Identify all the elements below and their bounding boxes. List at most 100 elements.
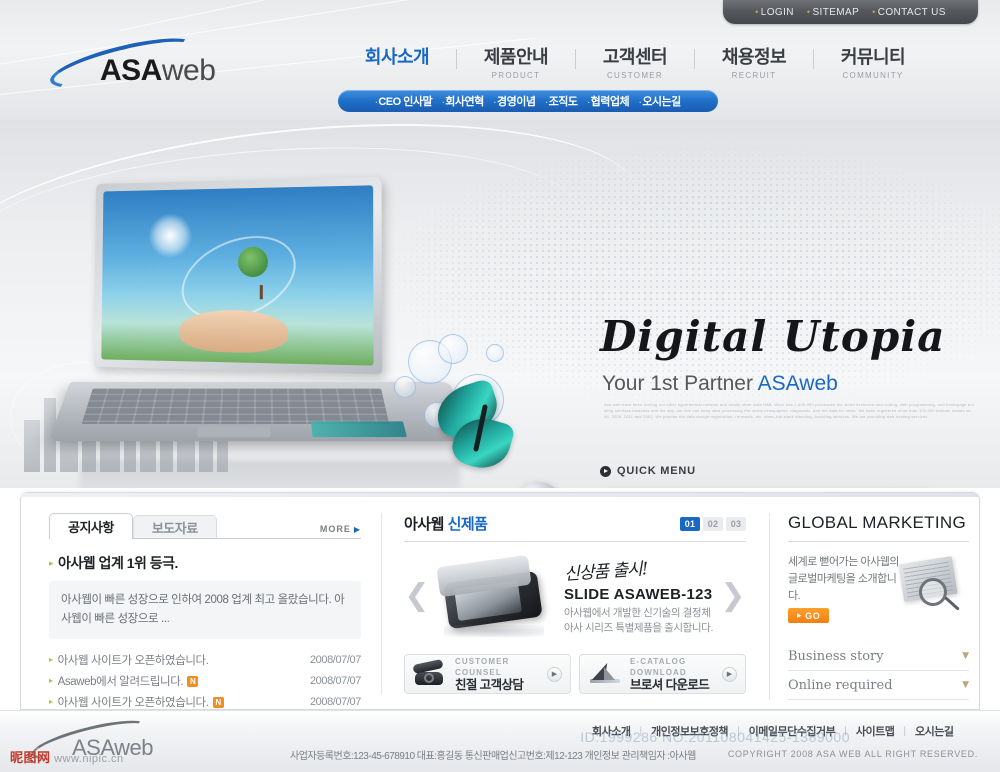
go-label: GO	[805, 610, 821, 621]
go-arrow-icon: ▸	[797, 610, 803, 620]
list-item-date: 2008/07/07	[309, 695, 361, 708]
nav-label-ko: 회사소개	[364, 47, 430, 67]
subnav-item-history[interactable]: ·회사연혁	[442, 93, 484, 109]
banner-label-en: E-CATALOG DOWNLOAD	[630, 656, 687, 677]
nav-label-en: CUSTOMER	[606, 71, 664, 80]
pager-page-1[interactable]: 01	[680, 516, 700, 531]
tab-notice[interactable]: 공지사항	[49, 513, 133, 539]
bullet-icon: •	[755, 6, 759, 17]
product-title: 아사웹 신제품	[404, 513, 488, 534]
subnav-item-ceo[interactable]: ·CEO 인사말	[375, 93, 432, 109]
nipic-watermark: 昵图网 www.nipic.cn	[10, 747, 124, 766]
subnav-label: 조직도	[548, 96, 578, 108]
global-marketing-description: 세계로 뻗어가는 아사웹의 글로벌마케팅을 소개합니다.	[788, 556, 899, 602]
list-item[interactable]: ▸ 아사웹 사이트가 오픈하였습니다. 2008/07/07	[49, 649, 361, 670]
global-marketing-body: 세계로 뻗어가는 아사웹의 글로벌마케팅을 소개합니다. ▸ GO	[788, 554, 969, 628]
footer-link-directions[interactable]: 오시는길	[915, 723, 954, 739]
hero-title: Digital Utopia	[600, 312, 946, 361]
chevron-right-icon: ▶	[353, 524, 361, 534]
bullet-icon: ▸	[49, 697, 53, 706]
list-item-date: 2008/07/07	[309, 674, 361, 687]
banner-text: E-CATALOG DOWNLOAD 브로셔 다운로드	[630, 656, 714, 693]
site-footer: ASAweb 회사소개 | 개인정보보호정책 | 이메일무단수집거부 | 사이트…	[0, 710, 1000, 772]
tree-trunk-graphic	[260, 285, 264, 300]
list-item-title-wrap: 아사웹 사이트가 오픈하였습니다. N	[58, 694, 302, 710]
product-name: SLIDE ASAWEB-123	[564, 585, 713, 603]
banner-go-icon: ▶	[547, 666, 562, 682]
list-item-title: Asaweb에서 알려드립니다.	[57, 675, 184, 688]
laptop-reflection	[80, 460, 460, 488]
nav-label-ko: 채용정보	[721, 47, 787, 67]
new-badge: N	[212, 696, 224, 708]
subnav-item-organization[interactable]: ·조직도	[545, 93, 578, 109]
nav-item-company[interactable]: 회사소개	[338, 44, 456, 71]
bullet-icon: ▸	[49, 676, 53, 685]
bullet-icon: ▸	[49, 655, 53, 664]
nav-item-product[interactable]: 제품안내 PRODUCT	[457, 44, 575, 80]
notice-section: 공지사항 보도자료 MORE ▶ ▸ 아사웹 업계 1위 등극. 아사웹이 빠른…	[49, 513, 361, 712]
select-online-required[interactable]: Online required ▼	[788, 671, 969, 700]
content-panel: 공지사항 보도자료 MORE ▶ ▸ 아사웹 업계 1위 등극. 아사웹이 빠른…	[20, 492, 980, 710]
hero-fine-print: Asa web have been turning out other hype…	[604, 402, 974, 419]
product-title-black: 아사웹	[404, 516, 448, 533]
banner-ecatalog-download[interactable]: E-CATALOG DOWNLOAD 브로셔 다운로드 ▶	[579, 654, 746, 694]
login-link[interactable]: • LOGIN	[755, 7, 794, 18]
notice-list: ▸ 아사웹 사이트가 오픈하였습니다. 2008/07/07 ▸ Asaweb에…	[49, 649, 361, 712]
subnav-label: 회사연혁	[445, 96, 484, 108]
hero-subtitle-prefix: Your 1st Partner	[602, 372, 758, 395]
select-group: Business story ▼ Online required ▼	[788, 642, 969, 700]
list-item[interactable]: ▸ 아사웹 사이트가 오픈하였습니다. N 2008/07/07	[49, 691, 361, 712]
subnav-item-philosophy[interactable]: ·경영이념	[494, 93, 536, 109]
laptop-screen	[93, 176, 383, 375]
hero-banner: e Digital Utopia Your 1st Partner ASAweb…	[0, 120, 1000, 488]
nav-item-community[interactable]: 커뮤니티 COMMUNITY	[814, 44, 932, 80]
product-image	[430, 554, 558, 637]
list-item-title: 아사웹 사이트가 오픈하였습니다.	[57, 654, 209, 667]
product-header: 아사웹 신제품 01 02 03	[404, 513, 746, 542]
sitemap-link[interactable]: • SITEMAP	[807, 7, 859, 18]
subnav-label: 협력업체	[590, 96, 630, 108]
nav-item-recruit[interactable]: 채용정보 RECRUIT	[695, 44, 813, 80]
bullet-icon: ·	[587, 98, 590, 107]
list-item[interactable]: ▸ Asaweb에서 알려드립니다. N 2008/07/07	[49, 670, 361, 691]
laptop-touchpad	[197, 426, 271, 438]
subnav-label: CEO 인사말	[378, 96, 433, 108]
pager-page-2[interactable]: 02	[703, 516, 723, 531]
butterfly-graphic	[430, 377, 540, 488]
business-registration-info: 사업자등록번호:123-45-678910 대표:홍길동 통신판매업신고번호:제…	[290, 751, 696, 762]
select-business-story[interactable]: Business story ▼	[788, 642, 969, 671]
login-label: LOGIN	[760, 6, 794, 18]
pager-page-3[interactable]: 03	[726, 516, 746, 531]
contact-us-link[interactable]: • CONTACT US	[872, 7, 946, 18]
newspaper-magnifier-icon	[893, 556, 967, 618]
nav-label-ko: 고객센터	[602, 47, 668, 67]
slider-next-button[interactable]: ❯	[720, 576, 746, 616]
catalog-icon	[588, 660, 622, 688]
banner-customer-counsel[interactable]: CUSTOMER COUNSEL 친절 고객상담 ▶	[404, 654, 571, 694]
nav-label-en: PRODUCT	[491, 71, 541, 80]
hero-subtitle-brand: ASAweb	[757, 372, 838, 395]
bullet-icon: •	[806, 6, 811, 17]
subnav-item-partners[interactable]: ·협력업체	[587, 93, 629, 109]
footer-link-sitemap[interactable]: 사이트맵	[856, 723, 895, 739]
global-marketing-go-button[interactable]: ▸ GO	[788, 608, 830, 623]
notice-headline[interactable]: ▸ 아사웹 업계 1위 등극.	[49, 553, 361, 573]
quick-menu-title: QUICK MENU	[617, 465, 696, 477]
site-logo[interactable]: ASAweb	[46, 28, 248, 98]
logo-secondary: web	[161, 54, 216, 87]
product-section: 아사웹 신제품 01 02 03 ❮ 신상품 출시! SLIDE ASAWEB-…	[381, 513, 746, 694]
tab-press[interactable]: 보도자료	[132, 515, 217, 539]
header-streak	[119, 0, 610, 31]
device-shadow	[444, 625, 544, 637]
banner-label-en: CUSTOMER COUNSEL	[455, 656, 510, 677]
notice-more-link[interactable]: MORE ▶	[320, 524, 361, 534]
slider-prev-button[interactable]: ❮	[404, 576, 430, 616]
chevron-down-icon: ▼	[962, 680, 969, 690]
notice-headline-text: 아사웹 업계 1위 등극.	[58, 555, 178, 571]
new-badge: N	[187, 675, 199, 687]
select-value: Business story	[788, 648, 884, 664]
banner-label-ko: 브로셔 다운로드	[630, 677, 710, 692]
hero-subtitle: Your 1st Partner ASAweb	[602, 372, 838, 396]
subnav-item-directions[interactable]: ·오시는길	[639, 93, 681, 109]
nav-item-customer[interactable]: 고객센터 CUSTOMER	[576, 44, 694, 80]
